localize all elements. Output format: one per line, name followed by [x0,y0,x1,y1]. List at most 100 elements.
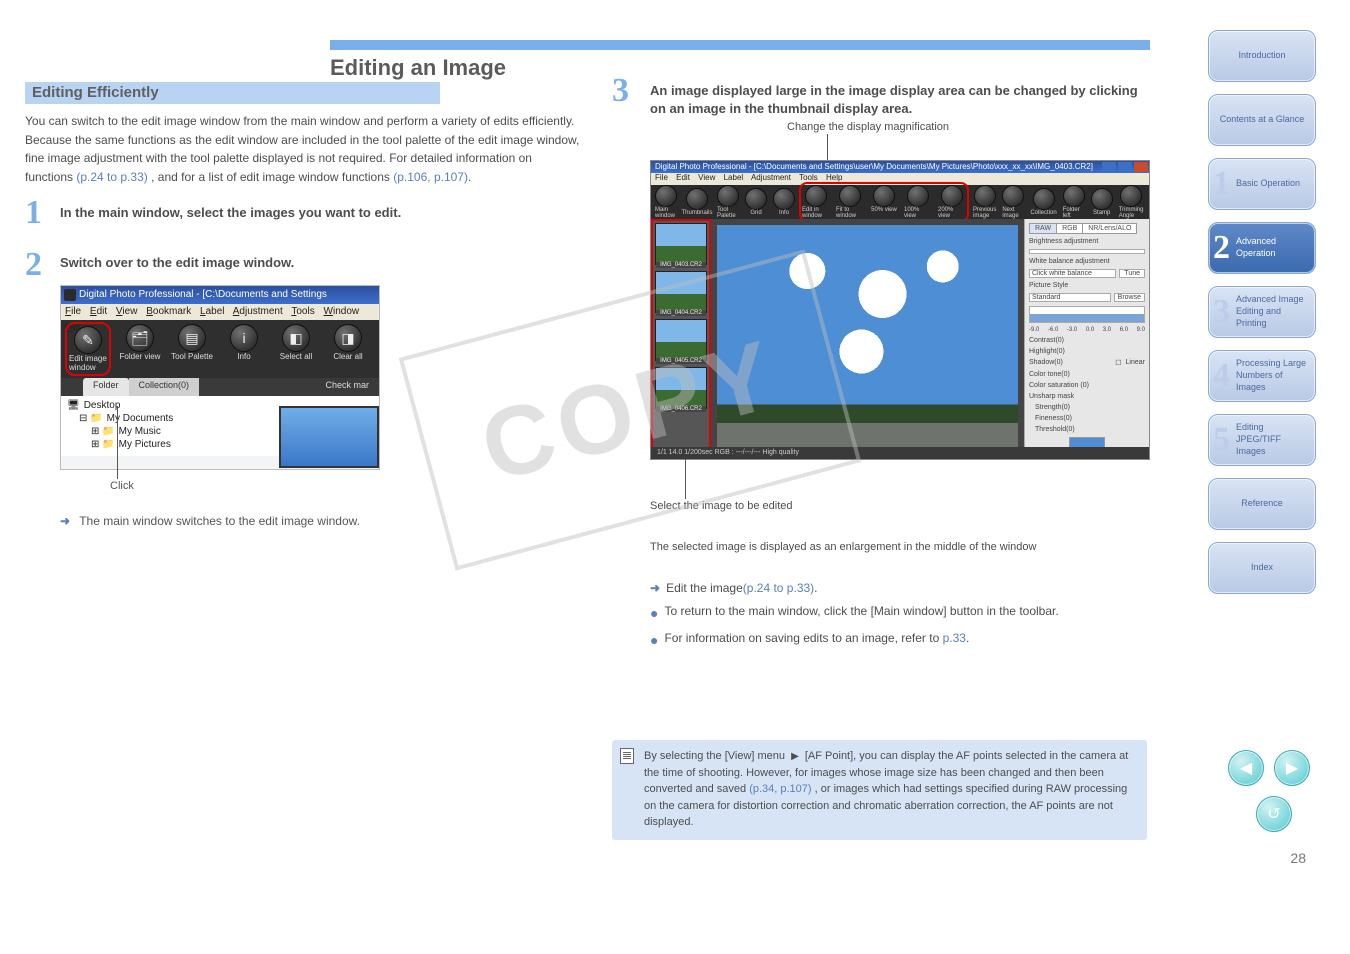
tb-folder-left[interactable]: Folder left [1063,185,1085,219]
tool-palette-icon: ▤ [178,324,206,352]
tb-200[interactable]: 200% view [938,185,966,219]
checkmark-tab[interactable]: Check mar [315,378,379,396]
palette-tab-rgb[interactable]: RGB [1056,223,1083,234]
tune-button[interactable]: Tune [1119,269,1145,278]
step-3-text: An image displayed large in the image di… [650,82,1155,118]
tb-stamp[interactable]: Stamp [1091,188,1113,216]
palette-tab-nr[interactable]: NR/Lens/ALO [1082,223,1137,234]
folder-tab[interactable]: Folder [83,378,129,396]
tool-palette-button[interactable]: ▤ Tool Palette [171,324,213,374]
page-nav-buttons: ◀ ▶ [1228,750,1310,786]
return-button[interactable]: ↺ [1256,796,1292,832]
tb-grid[interactable]: Grid [745,188,767,216]
tb-50[interactable]: 50% view [870,185,898,219]
menu-window[interactable]: Window [324,306,360,317]
tb-tool-palette[interactable]: Tool Palette [717,185,739,219]
thumb-3[interactable]: IMG_0405.CR2 [655,319,707,361]
menu2-tools[interactable]: Tools [799,173,818,182]
window-control-buttons[interactable] [1101,161,1149,173]
close-button[interactable] [1134,162,1148,172]
menu-tools[interactable]: Tools [291,306,314,317]
step-1-text: In the main window, select the images yo… [60,205,590,220]
tb-next[interactable]: Next image [1002,185,1024,219]
menu2-file[interactable]: File [655,173,668,182]
slider-brightness[interactable] [1029,249,1145,254]
collection-tab[interactable]: Collection(0) [129,378,200,396]
menu-label[interactable]: Label [200,306,224,317]
thumb-4[interactable]: IMG_0406.CR2 [655,367,707,409]
main-image [717,225,1018,455]
edit-image-window-icon: ✎ [74,326,102,354]
menu-bar[interactable]: File Edit View Bookmark Label Adjustment… [61,304,379,320]
menu-adjustment[interactable]: Adjustment [233,306,283,317]
tool-palette-panel[interactable]: RAW RGB NR/Lens/ALO Brightness adjustmen… [1024,219,1149,460]
arrow-icon: ➜ [650,579,660,598]
nav-reference[interactable]: Reference [1208,478,1316,530]
menu-arrow-icon: ▶ [791,749,799,764]
info-button[interactable]: i Info [223,324,265,374]
nav-ch3[interactable]: 3Advanced Image Editing and Printing [1208,286,1316,338]
tb-info[interactable]: Info [773,188,795,216]
tb-thumbnails[interactable]: Thumbnails [683,188,711,216]
intro-ref-2: (p.106, p.107) [393,170,468,184]
lbl-brightness: Brightness adjustment [1029,238,1145,245]
prev-page-button[interactable]: ◀ [1228,750,1264,786]
clear-all-button[interactable]: ◨ Clear all [327,324,369,374]
thumbnail-column[interactable]: IMG_0403.CR2 IMG_0404.CR2 IMG_0405.CR2 I… [651,219,711,460]
tb-fit[interactable]: Fit to window [836,185,864,219]
tab-row: Folder Collection(0) Check mar [61,378,379,396]
folder-view-label: Folder view [120,352,161,361]
palette-tab-raw[interactable]: RAW [1029,223,1057,234]
click-wb-button[interactable]: Click white balance [1029,269,1116,278]
tb-collection[interactable]: Collection [1030,188,1056,216]
folder-view-button[interactable]: 🗂 Folder view [119,324,161,374]
caption3b-line [685,459,686,499]
thumbnail-preview[interactable] [279,406,379,468]
tb-prev[interactable]: Previous image [973,185,996,219]
step-number-1: 1 [25,194,42,232]
nav-contents[interactable]: Contents at a Glance [1208,94,1316,146]
menu2-edit[interactable]: Edit [676,173,690,182]
edit-window-titlebar: Digital Photo Professional - [C:\Documen… [651,161,1149,173]
tb-main-window[interactable]: Main window [655,185,677,219]
nav-ch4[interactable]: 4Processing Large Numbers of Images [1208,350,1316,402]
palette-tabs[interactable]: RAW RGB NR/Lens/ALO [1029,223,1145,234]
menu-edit[interactable]: Edit [90,306,107,317]
menu2-help[interactable]: Help [826,173,842,182]
nav-ch1[interactable]: 1Basic Operation [1208,158,1316,210]
clear-all-icon: ◨ [334,324,362,352]
screenshot-edit-window: Digital Photo Professional - [C:\Documen… [650,160,1150,460]
tb-edit-in-window[interactable]: Edit in window [802,185,830,219]
picture-style-select[interactable]: Standard [1029,293,1111,302]
nav-ch5[interactable]: 5Editing JPEG/TIFF Images [1208,414,1316,466]
tb-100[interactable]: 100% view [904,185,932,219]
intro-paragraph: You can switch to the edit image window … [25,112,580,186]
edit-toolbar: Main window Thumbnails Tool Palette Grid… [651,185,1149,219]
nav-ch2[interactable]: 2Advanced Operation [1208,222,1316,274]
thumb-1[interactable]: IMG_0403.CR2 [655,223,707,265]
tb-trimming[interactable]: Trimming Angle [1119,185,1144,219]
menu-bookmark[interactable]: Bookmark [146,306,191,317]
menu-view[interactable]: View [116,306,138,317]
select-all-icon: ◧ [282,324,310,352]
nav-index[interactable]: Index [1208,542,1316,594]
minimize-button[interactable] [1102,162,1116,172]
edit-window-title: Digital Photo Professional - [C:\Documen… [655,161,1093,173]
lbl-linear[interactable]: Linear [1126,359,1145,366]
menu-file[interactable]: File [65,306,81,317]
maximize-button[interactable] [1118,162,1132,172]
select-all-button[interactable]: ◧ Select all [275,324,317,374]
result-arrow-icon: ➜ [60,514,70,528]
next-page-button[interactable]: ▶ [1274,750,1310,786]
return-button-row: ↺ [1256,796,1292,832]
tb-fullscreen[interactable]: Full screen [1149,185,1150,219]
browse-button[interactable]: Browse [1114,293,1145,302]
main-image-area[interactable] [711,219,1024,460]
menu2-adjustment[interactable]: Adjustment [751,173,791,182]
thumb-2[interactable]: IMG_0404.CR2 [655,271,707,313]
menu2-view[interactable]: View [698,173,715,182]
section-title: Editing Efficiently [32,84,159,101]
edit-image-window-button[interactable]: ✎ Edit image window [67,324,109,374]
nav-introduction[interactable]: Introduction [1208,30,1316,82]
menu2-label[interactable]: Label [724,173,744,182]
